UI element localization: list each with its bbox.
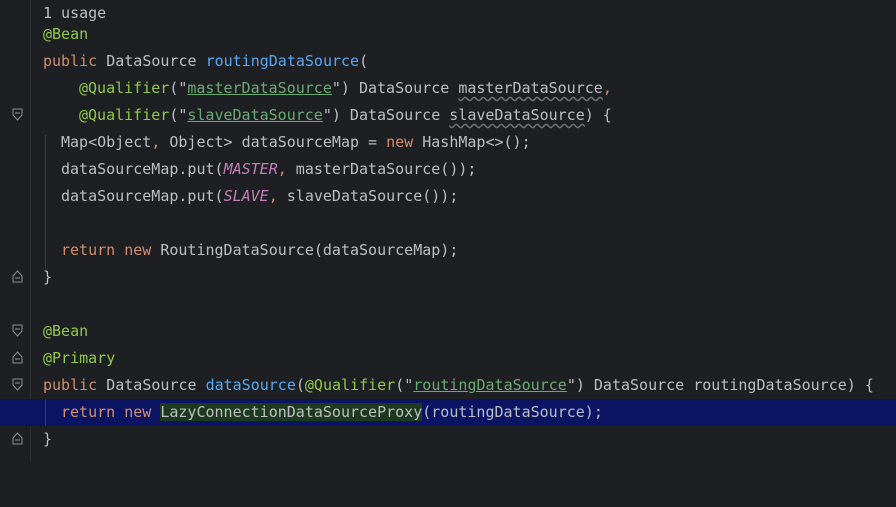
- string-literal[interactable]: masterDataSource: [187, 79, 332, 97]
- type-name: DataSource: [106, 52, 197, 70]
- punctuation: (": [169, 79, 188, 97]
- method-name: routingDataSource: [205, 52, 360, 70]
- code-text: DataSource routingDataSource) {: [584, 376, 874, 394]
- closing-brace: }: [43, 430, 53, 448]
- annotation: @Qualifier: [79, 79, 170, 97]
- annotation: @Primary: [43, 349, 116, 367]
- keyword: new: [386, 133, 414, 151]
- code-line[interactable]: @Bean: [0, 318, 896, 345]
- code-line[interactable]: return new RoutingDataSource(dataSourceM…: [0, 237, 896, 264]
- code-line[interactable]: @Bean: [0, 21, 896, 48]
- annotation: @Bean: [43, 25, 89, 43]
- code-text: HashMap<>();: [413, 133, 531, 151]
- keyword: public: [43, 376, 98, 394]
- string-literal[interactable]: slaveDataSource: [187, 106, 322, 124]
- punctuation: ,: [602, 79, 612, 97]
- paren: (: [359, 52, 369, 70]
- code-text: RoutingDataSource(dataSourceMap);: [151, 241, 459, 259]
- string-literal[interactable]: routingDataSource: [413, 376, 567, 394]
- keyword: new: [124, 403, 152, 421]
- annotation: @Qualifier: [79, 106, 170, 124]
- type-name: DataSource: [97, 376, 206, 394]
- annotation: @Qualifier: [304, 376, 396, 394]
- keyword: return: [61, 403, 116, 421]
- constant: MASTER: [223, 160, 278, 178]
- punctuation: ,: [277, 160, 287, 178]
- punctuation: ,: [151, 133, 161, 151]
- keyword: public: [43, 52, 98, 70]
- punctuation: ,: [268, 187, 278, 205]
- class-name[interactable]: LazyConnectionDataSourceProxy: [160, 403, 423, 421]
- code-line[interactable]: @Primary: [0, 345, 896, 372]
- code-line[interactable]: dataSourceMap.put(MASTER, masterDataSour…: [0, 156, 896, 183]
- current-line[interactable]: return new LazyConnectionDataSourceProxy…: [0, 399, 896, 426]
- code-line[interactable]: public DataSource dataSource(@Qualifier(…: [0, 372, 896, 399]
- type-name: DataSource: [349, 79, 459, 97]
- punctuation: (": [169, 106, 188, 124]
- code-text: slaveDataSource());: [277, 187, 459, 205]
- code-line[interactable]: public DataSource routingDataSource(: [0, 48, 896, 75]
- punctuation: "): [331, 79, 350, 97]
- closing-brace: }: [43, 268, 53, 286]
- code-line[interactable]: }: [0, 426, 896, 453]
- code-line[interactable]: dataSourceMap.put(SLAVE, slaveDataSource…: [0, 183, 896, 210]
- code-line[interactable]: Map<Object, Object> dataSourceMap = new …: [0, 129, 896, 156]
- type-name: DataSource: [340, 106, 450, 124]
- code-text: Object> dataSourceMap =: [160, 133, 387, 151]
- code-line[interactable]: @Qualifier("slaveDataSource") DataSource…: [0, 102, 896, 129]
- method-name: dataSource: [205, 376, 296, 394]
- parameter-name: slaveDataSource: [449, 106, 585, 124]
- punctuation: "): [566, 376, 585, 394]
- punctuation: (": [395, 376, 414, 394]
- keyword: return: [61, 241, 116, 259]
- punctuation: (: [295, 376, 305, 394]
- code-text: dataSourceMap.put(: [61, 160, 224, 178]
- annotation: @Bean: [43, 322, 89, 340]
- keyword: new: [124, 241, 152, 259]
- code-line[interactable]: @Qualifier("masterDataSource") DataSourc…: [0, 75, 896, 102]
- code-line[interactable]: }: [0, 264, 896, 291]
- code-text: Map<Object: [61, 133, 152, 151]
- punctuation: ) {: [584, 106, 612, 124]
- code-text: dataSourceMap.put(: [61, 187, 224, 205]
- code-text: (routingDataSource);: [422, 403, 603, 421]
- code-editor[interactable]: 1 usage @Bean public DataSource routingD…: [0, 0, 896, 461]
- code-text: masterDataSource());: [286, 160, 477, 178]
- constant: SLAVE: [223, 187, 269, 205]
- punctuation: "): [322, 106, 341, 124]
- parameter-name: masterDataSource: [458, 79, 603, 97]
